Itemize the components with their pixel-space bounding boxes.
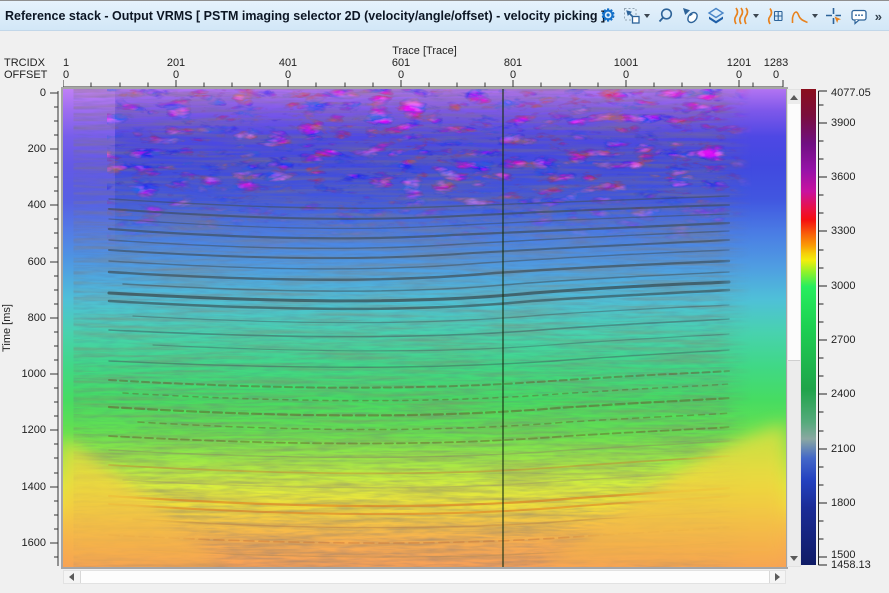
wiggle-grid-icon xyxy=(766,7,784,25)
horizontal-scrollbar[interactable] xyxy=(63,570,786,584)
trace-tick-label: 801 xyxy=(504,57,522,69)
scroll-up-button[interactable] xyxy=(788,91,800,104)
gear-icon: ⚙ xyxy=(601,7,616,25)
colorbar-tick-label: 3900 xyxy=(831,117,855,129)
selection-mode-icon xyxy=(623,7,641,25)
chevron-down-icon xyxy=(644,14,650,18)
time-tick-label: 400 xyxy=(14,199,46,211)
arrow-right-icon xyxy=(775,573,780,581)
seismic-plot[interactable] xyxy=(61,87,788,569)
layers-button[interactable] xyxy=(704,3,728,29)
comments-button[interactable] xyxy=(847,3,871,29)
trace-tick-label: 201 xyxy=(167,57,185,69)
scroll-right-button[interactable] xyxy=(771,571,784,583)
arrow-up-icon xyxy=(790,95,798,100)
trcidx-row-label: TRCIDX xyxy=(4,57,45,69)
wiggle-grid-button[interactable] xyxy=(763,3,787,29)
trace-axis-title: Trace [Trace] xyxy=(63,45,786,57)
colorbar-ticks xyxy=(818,89,830,567)
colorbar-min-label: 1458.13 xyxy=(831,559,871,571)
colorbar-tick-label: 3300 xyxy=(831,225,855,237)
time-axis-ticks xyxy=(50,89,59,567)
horizontal-scroll-thumb[interactable] xyxy=(80,571,770,583)
scroll-left-button[interactable] xyxy=(65,571,78,583)
colorbar-tick-label: 3000 xyxy=(831,280,855,292)
colorbar-max-label: 4077.05 xyxy=(831,87,871,99)
colorbar-tick-label: 3600 xyxy=(831,171,855,183)
vertical-scroll-thumb[interactable] xyxy=(788,104,800,361)
time-tick-label: 1600 xyxy=(14,537,46,549)
window-title: Reference stack - Output VRMS [ PSTM ima… xyxy=(5,1,605,31)
scroll-down-button[interactable] xyxy=(788,552,800,565)
time-tick-label: 800 xyxy=(14,312,46,324)
toolbar: ⚙ xyxy=(598,2,885,30)
time-tick-label: 1000 xyxy=(14,368,46,380)
trace-tick-label: 1001 xyxy=(614,57,638,69)
application-window: Reference stack - Output VRMS [ PSTM ima… xyxy=(0,0,889,593)
trace-tick-label: 401 xyxy=(279,57,297,69)
trace-tick-label: 1 xyxy=(63,57,69,69)
time-axis-title: Time [ms] xyxy=(1,290,13,366)
seismic-section-image xyxy=(63,89,786,567)
arrow-down-icon xyxy=(790,556,798,561)
histogram-button[interactable] xyxy=(788,3,821,29)
vertical-scrollbar[interactable] xyxy=(787,89,801,567)
wiggle-display-button[interactable] xyxy=(729,3,762,29)
crosshair-pick-icon xyxy=(825,7,843,25)
trace-tick-label: 601 xyxy=(392,57,410,69)
colorbar-tick-label: 1800 xyxy=(831,497,855,509)
pointer-pick-button[interactable] xyxy=(679,3,703,29)
trace-tick-label: 1201 xyxy=(727,57,751,69)
colorbar-tick-label: 2400 xyxy=(831,388,855,400)
colorbar-tick-label: 2700 xyxy=(831,334,855,346)
time-tick-label: 0 xyxy=(14,87,46,99)
offset-row-label: OFFSET xyxy=(4,69,47,81)
settings-button[interactable]: ⚙ xyxy=(598,3,619,29)
zoom-button[interactable] xyxy=(654,3,678,29)
colorbar-tick-label: 2100 xyxy=(831,443,855,455)
time-tick-label: 1200 xyxy=(14,424,46,436)
selection-mode-button[interactable] xyxy=(620,3,653,29)
trace-tick-label: 1283 xyxy=(764,57,788,69)
magnifier-icon xyxy=(657,7,675,25)
overflow-icon: » xyxy=(875,9,882,24)
velocity-colorbar xyxy=(801,89,816,565)
toolbar-overflow-button[interactable]: » xyxy=(872,3,885,29)
time-tick-label: 200 xyxy=(14,143,46,155)
chevron-down-icon xyxy=(812,14,818,18)
title-bar: Reference stack - Output VRMS [ PSTM ima… xyxy=(0,1,889,31)
time-tick-label: 1400 xyxy=(14,481,46,493)
histogram-curve-icon xyxy=(791,7,809,25)
time-tick-label: 600 xyxy=(14,256,46,268)
wiggle-traces-icon xyxy=(732,7,750,25)
crosshair-pick-button[interactable] xyxy=(822,3,846,29)
comment-bubble-icon xyxy=(850,7,868,25)
chevron-down-icon xyxy=(753,14,759,18)
arrow-left-icon xyxy=(69,573,74,581)
mouse-icon xyxy=(682,7,700,25)
layers-icon xyxy=(707,7,725,25)
